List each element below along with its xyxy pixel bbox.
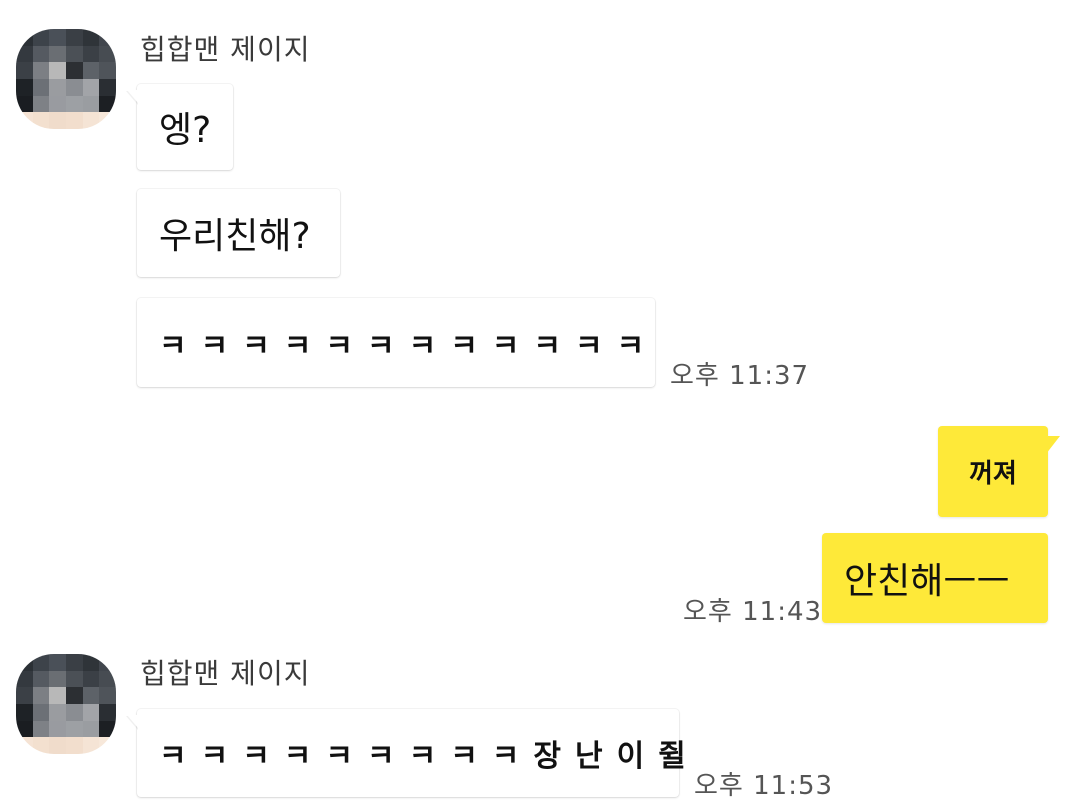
message-text: 우리친해? — [159, 216, 311, 257]
message-text: 꺼져 — [969, 459, 1017, 489]
message-text: ㅋㅋㅋㅋㅋㅋㅋㅋㅋㅋㅋㅋ — [159, 328, 659, 364]
sender-avatar[interactable] — [16, 654, 116, 754]
sent-message-bubble[interactable]: 꺼져 — [938, 426, 1060, 517]
message-text: 엥? — [159, 110, 212, 151]
chat-conversation: 힙합맨 제이지 엥? 우리친해? ㅋㅋㅋㅋㅋㅋㅋㅋㅋㅋㅋㅋ 오후 11:37 꺼… — [0, 0, 1080, 811]
received-message-bubble[interactable]: 우리친해? — [137, 189, 340, 277]
message-text: 안친해ㅡㅡ — [844, 561, 1010, 602]
message-timestamp: 오후 11:53 — [694, 771, 834, 801]
received-message-bubble[interactable]: ㅋㅋㅋㅋㅋㅋㅋㅋㅋㅋㅋㅋ — [137, 298, 655, 387]
message-text: ㅋㅋㅋㅋㅋㅋㅋㅋㅋ장난이쥘 — [159, 739, 700, 774]
sent-message-bubble[interactable]: 안친해ㅡㅡ — [822, 533, 1048, 623]
message-timestamp: 오후 11:43 — [683, 597, 823, 627]
sender-avatar[interactable] — [16, 29, 116, 129]
sender-name: 힙합맨 제이지 — [140, 657, 311, 690]
received-message-bubble[interactable]: ㅋㅋㅋㅋㅋㅋㅋㅋㅋ장난이쥘 — [137, 709, 686, 797]
message-timestamp: 오후 11:37 — [670, 361, 810, 391]
sender-name: 힙합맨 제이지 — [140, 33, 311, 66]
received-message-bubble[interactable]: 엥? — [137, 84, 233, 170]
